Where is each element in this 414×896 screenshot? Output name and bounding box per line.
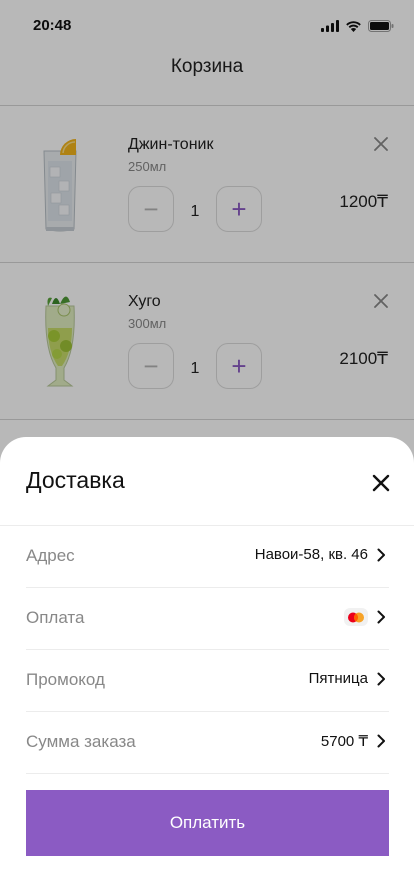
address-row[interactable]: Адрес Навои-58, кв. 46 xyxy=(26,526,389,588)
payment-row[interactable]: Оплата xyxy=(26,588,389,650)
row-label: Оплата xyxy=(26,608,85,627)
close-sheet-button[interactable] xyxy=(370,472,392,494)
chevron-right-icon xyxy=(377,609,389,625)
chevron-right-icon xyxy=(377,733,389,749)
order-total-value: 5700 ₸ xyxy=(320,733,368,750)
order-total-row[interactable]: Сумма заказа 5700 ₸ xyxy=(26,712,389,774)
mastercard-icon xyxy=(344,608,368,626)
sheet-title: Доставка xyxy=(26,467,125,493)
cart-screen: 20:48 Корзина Джин-тоник 250мл − 1 + 120… xyxy=(0,0,414,896)
chevron-right-icon xyxy=(377,671,389,687)
row-label: Сумма заказа xyxy=(26,732,136,751)
address-value: Навои-58, кв. 46 xyxy=(254,546,368,563)
close-icon xyxy=(372,474,390,492)
chevron-right-icon xyxy=(377,547,389,563)
delivery-sheet: Доставка Адрес Навои-58, кв. 46 Оплата П… xyxy=(0,437,414,896)
promocode-row[interactable]: Промокод Пятница xyxy=(26,650,389,712)
pay-button[interactable]: Оплатить xyxy=(26,790,389,856)
row-label: Промокод xyxy=(26,670,105,689)
row-label: Адрес xyxy=(26,546,75,565)
promocode-value: Пятница xyxy=(308,670,368,687)
